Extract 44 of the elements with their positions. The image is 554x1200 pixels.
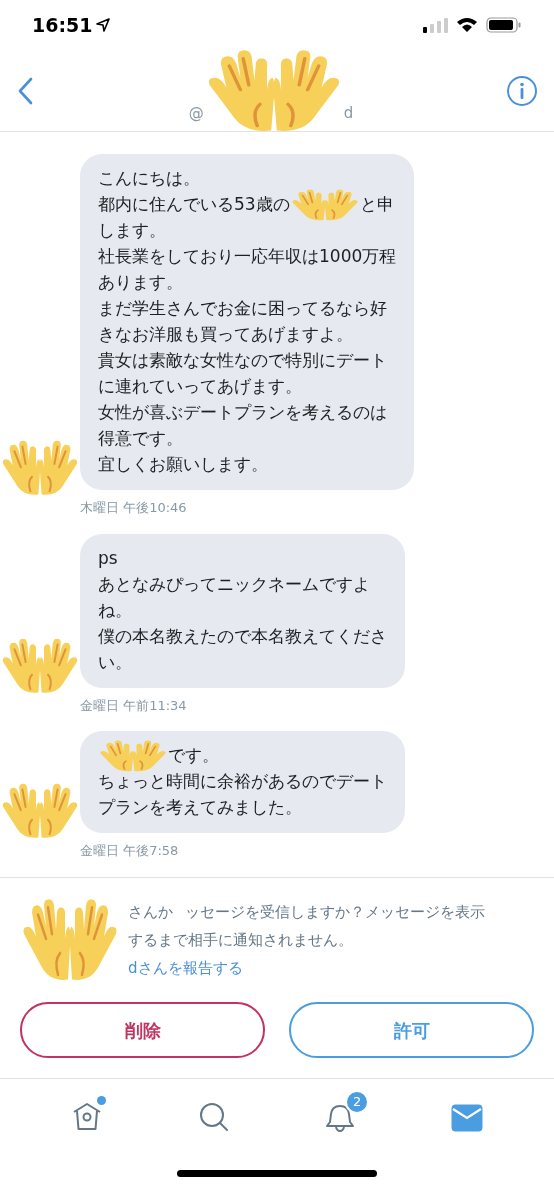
info-icon[interactable] — [506, 74, 538, 107]
hands-icon — [0, 783, 80, 839]
hands-icon — [0, 440, 80, 496]
report-link[interactable]: dさんを報告する — [128, 954, 485, 982]
timestamp: 金曜日 午後7:58 — [80, 842, 180, 860]
message-text: に連れていってあげます。 — [98, 375, 302, 399]
message-text: します。 — [98, 219, 166, 243]
message-text: 僕の本名教えたので本名教えてくださ — [98, 624, 387, 648]
message-text: ちょっと時間に余裕があるのでデート — [98, 770, 387, 794]
hands-icon — [289, 189, 360, 221]
message-text: 社長業をしており一応年収は1000万程 — [98, 245, 397, 269]
hands-icon — [98, 740, 168, 772]
handle-text: d — [343, 103, 354, 124]
location-arrow-icon — [96, 18, 111, 32]
timestamp: 金曜日 午前11:34 — [80, 696, 188, 715]
message-text: こんにちは。 — [98, 167, 200, 191]
message-text: きなお洋服も買ってあげますよ。 — [98, 323, 353, 347]
battery-icon — [486, 17, 522, 33]
message-text: あとなみぴってニックネームですよ — [98, 572, 370, 596]
message-text: 都内に住んでいる53歳の — [98, 193, 290, 217]
message-text: 貴女は素敵な女性なので特別にデート — [98, 349, 387, 373]
signal-icon — [422, 17, 448, 33]
delete-button[interactable]: 削除 — [20, 1002, 265, 1058]
hands-icon — [0, 637, 80, 694]
timestamp: 木曜日 午後10:46 — [80, 499, 188, 517]
clock-time: 16:51 — [32, 12, 93, 38]
message-text: ps — [98, 546, 118, 570]
message-text: ね。 — [98, 598, 132, 622]
message-text: です。 — [168, 744, 219, 768]
message-text: と申 — [359, 193, 394, 217]
allow-button[interactable]: 許可 — [289, 1002, 534, 1058]
handle-text: @ — [188, 103, 204, 124]
wifi-icon — [456, 17, 478, 33]
message-text: 得意です。 — [98, 427, 183, 451]
notification-badge: 2 — [345, 1089, 370, 1114]
prompt-text: ッセージを受信しますか？メッセージを表示 — [185, 901, 485, 923]
message-text: あります。 — [98, 271, 183, 295]
message-text: まだ学生さんでお金に困ってるなら好 — [98, 297, 387, 321]
message-text: プランを考えてみました。 — [98, 796, 302, 820]
message-text: い。 — [98, 650, 132, 674]
message-text: 宜しくお願いします。 — [98, 453, 268, 477]
prompt-text: さんか — [128, 901, 173, 923]
prompt-text: するまで相手に通知されません。 — [128, 929, 353, 951]
message-text: 女性が喜ぶデートプランを考えるのは — [98, 401, 387, 425]
